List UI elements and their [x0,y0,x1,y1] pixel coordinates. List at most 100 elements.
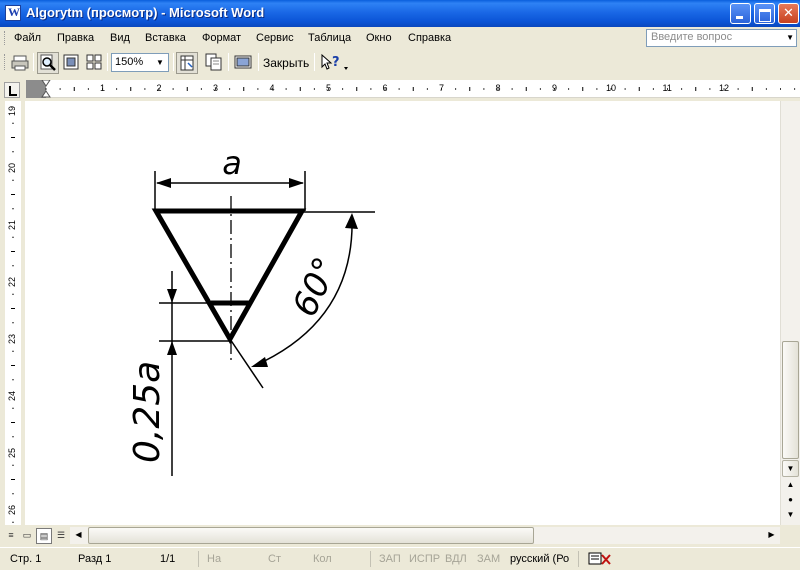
magnifier-button[interactable] [37,52,59,74]
dim-height-label: 0,25a [127,361,168,463]
status-track-changes[interactable]: ИСПР [409,553,440,565]
status-bar: Стр. 1 Разд 1 1/1 На Ст Кол ЗАП ИСПР ВДЛ… [0,547,800,570]
close-icon: ✕ [783,6,794,21]
toolbar-separator [173,53,174,71]
close-preview-button[interactable]: Закрыть [263,56,309,70]
toolbar-separator [33,53,34,71]
svg-text:?: ? [332,55,340,70]
zoom-combobox[interactable]: 150% ▼ [111,53,169,72]
status-language[interactable]: русский (Ро [510,553,569,565]
minimize-button[interactable] [730,3,751,24]
full-screen-icon [234,55,252,69]
shrink-to-fit-button[interactable] [204,52,226,74]
vertical-ruler-number: 23 [7,333,17,344]
horizontal-ruler-number: 12 [719,83,730,93]
status-section: Разд 1 [78,553,112,565]
menu-table[interactable]: Таблица [308,32,351,44]
horizontal-ruler-number: 11 [662,83,672,93]
multiple-pages-button[interactable] [84,52,106,74]
web-layout-view-button[interactable]: ▭ [19,528,35,544]
status-overtype[interactable]: ЗАМ [477,553,500,565]
vertical-ruler-number: 26 [7,504,17,515]
angle-arc-top-arrow [345,213,358,229]
outline-view-button[interactable]: ☰ [53,528,69,544]
next-page-button[interactable]: ▼ [782,507,799,524]
document-page[interactable]: a 60° 0,25a [25,101,780,525]
menu-grip[interactable] [4,31,7,45]
one-page-icon [63,54,79,70]
ask-question-placeholder: Введите вопрос [651,31,733,43]
bottom-bar: ≡ ▭ ▤ ☰ ◀ ▶ [0,525,800,547]
print-button[interactable] [9,52,31,74]
vertical-scrollbar[interactable]: ▼ ▲ ● ▼ [780,101,800,525]
restore-icon [755,4,774,23]
horizontal-ruler-number: 8 [495,83,501,93]
horizontal-scrollbar[interactable]: ◀ ▶ [70,527,780,544]
horizontal-ruler-number: 4 [269,83,275,93]
horizontal-ruler-number: 6 [382,83,388,93]
horizontal-scroll-thumb[interactable] [88,527,534,544]
help-pointer-icon: ? [321,53,348,70]
horizontal-ruler-number: 7 [439,83,445,93]
context-help-button[interactable]: ? [318,52,352,74]
horizontal-ruler-number: 1 [100,83,106,93]
one-page-button[interactable] [61,52,83,74]
tab-selector-button[interactable] [4,82,20,98]
scroll-down-button[interactable]: ▼ [782,460,799,477]
ask-question-box[interactable]: Введите вопрос ▼ [646,29,797,47]
horizontal-ruler-ticks [41,80,796,98]
toolbar-separator [107,53,108,71]
menu-bar: Файл Правка Вид Вставка Формат Сервис Та… [0,27,800,49]
dim-a-right-arrow [289,178,304,188]
dim-a-label: a [222,144,242,182]
close-window-button[interactable]: ✕ [778,3,799,24]
full-screen-button[interactable] [233,52,255,74]
first-line-indent-marker [41,80,51,87]
scroll-left-button[interactable]: ◀ [70,527,87,544]
menu-tools[interactable]: Сервис [256,32,294,44]
printer-icon [11,55,29,71]
vertical-scroll-thumb[interactable] [782,341,799,459]
word-app-icon[interactable] [5,5,21,21]
menu-view[interactable]: Вид [110,32,130,44]
spelling-check-icon[interactable] [588,551,612,567]
scroll-right-button[interactable]: ▶ [763,527,780,544]
menu-insert[interactable]: Вставка [145,32,186,44]
angle-label: 60° [285,251,347,323]
vertical-ruler-number: 24 [7,390,17,401]
print-layout-view-button[interactable]: ▤ [36,528,52,544]
horizontal-ruler-number: 2 [156,83,162,93]
view-ruler-button[interactable] [176,52,198,74]
zoom-value: 150% [115,56,144,68]
menu-help[interactable]: Справка [408,32,451,44]
toolbar-separator [314,53,315,71]
multiple-pages-icon [86,54,102,70]
toolbar-separator [258,53,259,71]
horizontal-ruler-number: 5 [326,83,332,93]
print-preview-toolbar: 150% ▼ Закрыть ? [0,49,800,76]
dim-a-left-arrow [156,178,171,188]
menu-file[interactable]: Файл [14,32,41,44]
vertical-ruler-number: 20 [7,162,17,173]
menu-edit[interactable]: Правка [57,32,94,44]
title-bar[interactable]: Algorytm (просмотр) - Microsoft Word ✕ [0,0,800,27]
triangle-outline [151,208,307,345]
ruler-icon [180,55,194,71]
status-column: Кол [313,553,332,565]
status-extend-selection[interactable]: ВДЛ [445,553,467,565]
vertical-ruler[interactable]: 19 20 21 22 23 24 25 26 [5,101,21,525]
toolbar-grip[interactable] [4,54,7,70]
menu-window[interactable]: Окно [366,32,392,44]
menu-format[interactable]: Формат [202,32,241,44]
hanging-indent-marker [41,90,51,98]
vertical-ruler-number: 19 [7,105,17,116]
maximize-button[interactable] [754,3,775,24]
status-record-macro[interactable]: ЗАП [379,553,401,565]
window-title: Algorytm (просмотр) - Microsoft Word [26,5,265,20]
word-window: Algorytm (просмотр) - Microsoft Word ✕ Ф… [0,0,800,570]
ask-dropdown-arrow-icon[interactable]: ▼ [786,33,794,42]
zoom-dropdown-arrow-icon[interactable]: ▼ [153,55,167,70]
normal-view-button[interactable]: ≡ [3,528,19,544]
angle-arc-bottom-arrow [251,357,268,367]
horizontal-ruler[interactable]: 1 2 3 4 5 6 7 8 9 10 11 12 [26,80,800,98]
